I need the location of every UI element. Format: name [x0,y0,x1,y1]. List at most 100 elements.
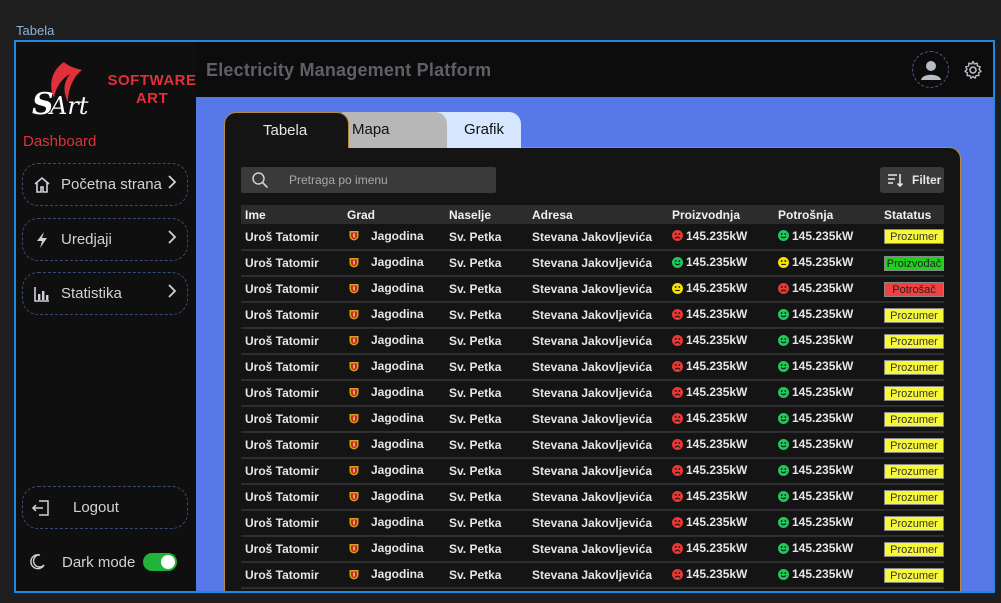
table-row[interactable]: Uroš Tatomir Jagodina Sv. Petka Stevana Jak… [241,432,944,459]
cell-potrosnja: 145.235kW [774,224,880,251]
table-header-row: Ime Grad Naselje Adresa Proizvodnja Potr… [241,205,944,224]
table-row[interactable]: Uroš Tatomir Jagodina Sv. Petka Stevana Jak… [241,562,944,589]
sidebar-item-uredjaji[interactable]: Uredjaji [22,218,188,261]
cell-adresa: Stevana Jakovljevića [528,536,668,563]
cell-grad: Jagodina [343,562,445,589]
table-row[interactable]: Uroš Tatomir Jagodina Sv. Petka Stevana Jak… [241,250,944,277]
tab-mapa[interactable]: Mapa [342,112,447,148]
cell-proizvodnja-text: 145.235kW [686,359,748,374]
search-icon [251,171,269,189]
table-row[interactable]: Uroš Tatomir Jagodina Sv. Petka Stevana Jak… [241,276,944,303]
logout-button[interactable]: Logout [22,486,188,529]
cell-adresa-text: Stevana Jakovljevića [532,256,653,270]
city-coat-of-arms-icon [349,361,359,372]
cell-adresa-text: Stevana Jakovljevića [532,464,653,478]
cell-naselje-text: Sv. Petka [449,516,502,530]
status-badge: Prozumer [884,515,944,531]
home-icon [33,176,51,194]
column-header-naselje[interactable]: Naselje [445,205,528,224]
cell-ime-text: Uroš Tatomir [245,438,319,452]
cell-grad-text: Jagodina [371,515,424,530]
cell-grad: Jagodina [343,250,445,277]
cell-adresa: Stevana Jakovljevića [528,328,668,355]
table-row[interactable]: Uroš Tatomir Jagodina Sv. Petka Stevana Jak… [241,302,944,329]
cell-proizvodnja: 145.235kW [668,510,774,537]
cell-adresa-text: Stevana Jakovljevića [532,490,653,504]
red-face-icon [778,282,789,294]
cell-adresa-text: Stevana Jakovljevića [532,229,653,244]
column-header-grad[interactable]: Grad [343,205,445,224]
status-badge: Prozumer [884,567,944,583]
svg-text:Art: Art [48,92,89,120]
status-badge: Prozumer [884,333,944,349]
table-row[interactable]: Uroš Tatomir Jagodina Sv. Petka Stevana Jak… [241,484,944,511]
column-header-proizvodnja[interactable]: Proizvodnja [668,205,774,224]
cell-ime-text: Uroš Tatomir [245,412,319,426]
table-row[interactable]: Uroš Tatomir Jagodina Sv. Petka Stevana Jak… [241,458,944,485]
cell-potrosnja-text: 145.235kW [792,359,854,374]
search-box [241,167,496,193]
yellow-face-icon [672,282,683,294]
search-input[interactable] [289,173,489,187]
city-coat-of-arms-icon [349,230,359,241]
cell-grad-text: Jagodina [371,541,424,556]
moon-icon [28,553,46,571]
table-row[interactable]: Uroš Tatomir Jagodina Sv. Petka Stevana Jak… [241,224,944,251]
cell-ime: Uroš Tatomir [241,484,343,511]
cell-grad: Jagodina [343,380,445,407]
green-face-icon [778,412,789,424]
cell-ime: Uroš Tatomir [241,328,343,355]
cell-proizvodnja-text: 145.235kW [686,437,748,452]
gear-icon [964,60,982,79]
cell-adresa-text: Stevana Jakovljevića [532,542,653,556]
cell-potrosnja: 145.235kW [774,406,880,433]
table-row[interactable]: Uroš Tatomir Jagodina Sv. Petka Stevana Jak… [241,354,944,381]
cell-status: Prozumer [880,562,944,589]
cell-ime-text: Uroš Tatomir [245,568,319,582]
dark-mode-toggle[interactable] [143,553,178,571]
cell-adresa-text: Stevana Jakovljevića [532,386,653,400]
column-header-adresa[interactable]: Adresa [528,205,668,224]
cell-grad-text: Jagodina [371,255,424,270]
table-row[interactable]: Uroš Tatomir Jagodina Sv. Petka Stevana Jak… [241,510,944,537]
green-face-icon [778,360,789,372]
column-header-status[interactable]: Statatus [880,205,944,224]
cell-naselje: Sv. Petka [445,276,528,303]
cell-adresa-text: Stevana Jakovljevića [532,412,653,426]
cell-ime: Uroš Tatomir [241,224,343,251]
cell-ime: Uroš Tatomir [241,562,343,589]
sidebar-item-pocetna-strana[interactable]: Početna strana [22,163,188,206]
cell-grad-text: Jagodina [371,333,424,348]
table-row[interactable]: Uroš Tatomir Jagodina Sv. Petka Stevana Jak… [241,380,944,407]
cell-adresa-text: Stevana Jakovljevića [532,438,653,452]
cell-naselje: Sv. Petka [445,484,528,511]
user-icon [920,60,941,80]
green-face-icon [778,386,789,398]
cell-naselje-text: Sv. Petka [449,229,502,244]
cell-potrosnja-text: 145.235kW [792,437,854,452]
red-face-icon [672,542,683,554]
settings-button[interactable] [962,59,984,81]
cell-potrosnja-text: 145.235kW [792,541,854,556]
table-row[interactable]: Uroš Tatomir Jagodina Sv. Petka Stevana Jak… [241,406,944,433]
table-panel: Filter Ime Grad Naselje Adresa Proizvodn… [224,147,961,591]
cell-grad-text: Jagodina [371,307,424,322]
cell-potrosnja-text: 145.235kW [792,567,854,582]
filter-button[interactable]: Filter [880,167,944,193]
city-coat-of-arms-icon [349,387,359,398]
bolt-icon [33,231,51,249]
sidebar-item-statistika[interactable]: Statistika [22,272,188,315]
table-row[interactable]: Uroš Tatomir Jagodina Sv. Petka Stevana Jak… [241,536,944,563]
column-header-potrosnja[interactable]: Potrošnja [774,205,880,224]
dark-mode-label: Dark mode [62,553,136,571]
cell-ime: Uroš Tatomir [241,510,343,537]
tab-tabela[interactable]: Tabela [224,112,349,148]
red-face-icon [672,412,683,424]
cell-adresa-text: Stevana Jakovljevića [532,360,653,374]
column-header-ime[interactable]: Ime [241,205,343,224]
cell-grad-text: Jagodina [371,489,424,504]
user-avatar-button[interactable] [912,51,949,88]
table-row[interactable]: Uroš Tatomir Jagodina Sv. Petka Stevana Jak… [241,328,944,355]
sort-filter-icon [886,171,904,189]
cell-potrosnja: 145.235kW [774,458,880,485]
